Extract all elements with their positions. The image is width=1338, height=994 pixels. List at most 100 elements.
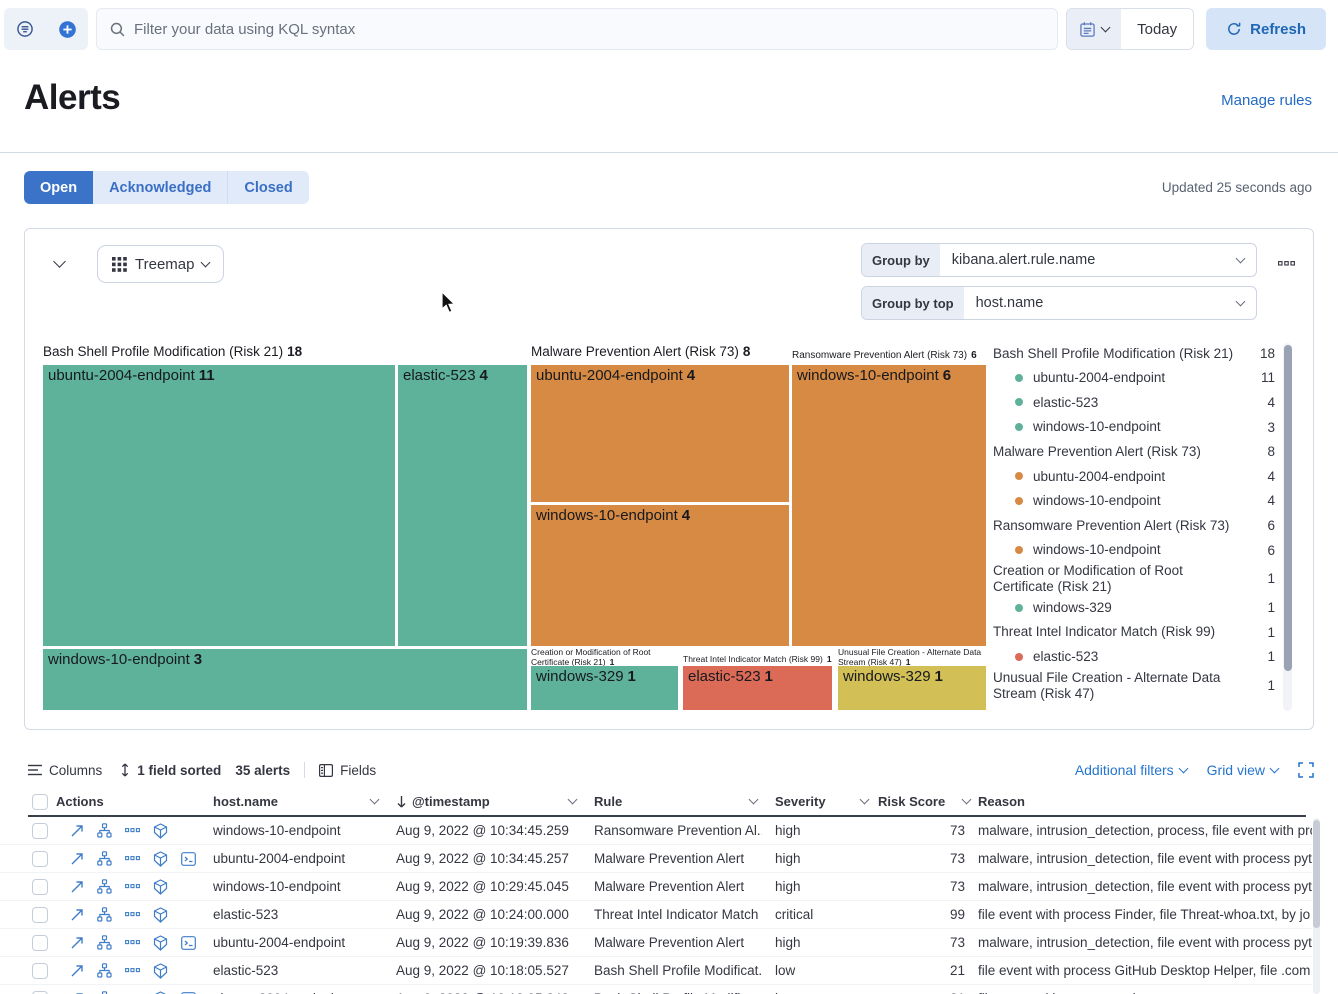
fullscreen-icon[interactable]: [1298, 762, 1314, 778]
reason-cell: file event with process GitHub Desktop H…: [978, 963, 1312, 978]
row-checkbox[interactable]: [32, 823, 48, 839]
select-all-checkbox[interactable]: [32, 794, 48, 810]
fields-button[interactable]: Fields: [319, 763, 376, 778]
refresh-button[interactable]: Refresh: [1206, 8, 1326, 50]
table-row[interactable]: windows-10-endpoint Aug 9, 2022 @ 10:34:…: [0, 817, 1312, 845]
col-risk-score[interactable]: Risk Score: [878, 794, 978, 809]
col-actions: Actions: [56, 794, 213, 809]
legend-item[interactable]: windows-3291: [993, 595, 1275, 620]
analyze-event-icon[interactable]: [97, 935, 112, 950]
row-checkbox[interactable]: [32, 963, 48, 979]
more-actions-icon[interactable]: [125, 940, 140, 945]
saved-query-button[interactable]: [4, 8, 46, 50]
search-icon: [109, 21, 126, 38]
expand-alert-icon[interactable]: [70, 936, 84, 950]
treemap-block[interactable]: windows-10-endpoint4: [531, 505, 789, 646]
sort-icon: [120, 763, 130, 777]
treemap-block[interactable]: ubuntu-2004-endpoint11: [43, 365, 395, 646]
date-picker-button[interactable]: [1067, 9, 1121, 49]
investigate-in-timeline-icon[interactable]: [153, 879, 168, 895]
row-checkbox[interactable]: [32, 935, 48, 951]
chevron-down-icon[interactable]: [370, 795, 380, 805]
legend-scrollbar[interactable]: [1283, 343, 1292, 711]
analyze-event-icon[interactable]: [97, 907, 112, 922]
legend-item[interactable]: windows-10-endpoint6: [993, 538, 1275, 563]
col-severity[interactable]: Severity: [775, 794, 878, 809]
chevron-down-icon: [1236, 296, 1246, 306]
more-actions-icon[interactable]: [125, 828, 140, 833]
session-view-icon[interactable]: [181, 936, 196, 950]
treemap-block[interactable]: ubuntu-2004-endpoint4: [531, 365, 789, 502]
chevron-down-icon[interactable]: [860, 795, 870, 805]
session-view-icon[interactable]: [181, 852, 196, 866]
treemap-block[interactable]: windows-3291: [531, 666, 678, 710]
investigate-in-timeline-icon[interactable]: [153, 907, 168, 923]
table-row[interactable]: ubuntu-2004-endpoint Aug 9, 2022 @ 10:34…: [0, 845, 1312, 873]
group-by-select[interactable]: Group by kibana.alert.rule.name: [861, 243, 1257, 277]
more-actions-icon[interactable]: [125, 856, 140, 861]
col-timestamp[interactable]: @timestamp: [396, 794, 594, 809]
legend-item[interactable]: windows-10-endpoint3: [993, 415, 1275, 440]
legend-item[interactable]: elastic-5231: [993, 645, 1275, 670]
tab-open[interactable]: Open: [24, 171, 93, 204]
collapse-chart-button[interactable]: [47, 251, 71, 275]
treemap-block[interactable]: windows-3291: [838, 666, 986, 710]
treemap-block[interactable]: windows-10-endpoint6: [792, 365, 986, 646]
legend-item[interactable]: elastic-5234: [993, 390, 1275, 415]
row-checkbox[interactable]: [32, 851, 48, 867]
additional-filters-button[interactable]: Additional filters: [1075, 762, 1187, 778]
expand-alert-icon[interactable]: [70, 964, 84, 978]
columns-button[interactable]: Columns: [28, 763, 102, 778]
tab-acknowledged[interactable]: Acknowledged: [93, 171, 227, 204]
legend-item[interactable]: windows-10-endpoint4: [993, 489, 1275, 514]
tab-closed[interactable]: Closed: [227, 171, 308, 204]
more-actions-icon[interactable]: [125, 968, 140, 973]
panel-options-button[interactable]: [1278, 253, 1295, 271]
col-rule[interactable]: Rule: [594, 794, 775, 809]
treemap-block[interactable]: elastic-5234: [398, 365, 527, 646]
expand-alert-icon[interactable]: [70, 908, 84, 922]
analyze-event-icon[interactable]: [97, 963, 112, 978]
table-scrollbar[interactable]: [1313, 818, 1320, 994]
chevron-down-icon[interactable]: [749, 795, 759, 805]
chevron-down-icon[interactable]: [962, 795, 972, 805]
expand-alert-icon[interactable]: [70, 880, 84, 894]
investigate-in-timeline-icon[interactable]: [153, 991, 168, 994]
chevron-down-icon[interactable]: [568, 795, 578, 805]
table-scrollbar-thumb[interactable]: [1313, 820, 1320, 928]
legend-scrollbar-thumb[interactable]: [1284, 345, 1292, 671]
row-checkbox[interactable]: [32, 907, 48, 923]
investigate-in-timeline-icon[interactable]: [153, 851, 168, 867]
analyze-event-icon[interactable]: [97, 823, 112, 838]
grid-view-button[interactable]: Grid view: [1207, 762, 1278, 778]
table-row[interactable]: elastic-523 Aug 9, 2022 @ 10:18:05.527 B…: [0, 957, 1312, 985]
today-button[interactable]: Today: [1121, 9, 1193, 49]
sort-fields-button[interactable]: 1 field sorted: [120, 763, 221, 778]
investigate-in-timeline-icon[interactable]: [153, 963, 168, 979]
more-actions-icon[interactable]: [125, 912, 140, 917]
expand-alert-icon[interactable]: [70, 824, 84, 838]
col-host-name[interactable]: host.name: [213, 794, 396, 809]
col-reason: Reason: [978, 794, 1312, 809]
analyze-event-icon[interactable]: [97, 879, 112, 894]
more-actions-icon[interactable]: [125, 884, 140, 889]
treemap-block[interactable]: windows-10-endpoint3: [43, 649, 527, 710]
investigate-in-timeline-icon[interactable]: [153, 823, 168, 839]
kql-filter-input[interactable]: [134, 21, 1045, 38]
manage-rules-link[interactable]: Manage rules: [1221, 92, 1312, 109]
treemap-block[interactable]: elastic-5231: [683, 666, 832, 710]
group-by-top-select[interactable]: Group by top host.name: [861, 286, 1257, 320]
analyze-event-icon[interactable]: [97, 851, 112, 866]
legend-item[interactable]: ubuntu-2004-endpoint4: [993, 464, 1275, 489]
table-row[interactable]: ubuntu-2004-endpoint Aug 9, 2022 @ 10:13…: [0, 985, 1312, 994]
legend-item[interactable]: ubuntu-2004-endpoint11: [993, 366, 1275, 391]
table-row[interactable]: windows-10-endpoint Aug 9, 2022 @ 10:29:…: [0, 873, 1312, 901]
expand-alert-icon[interactable]: [70, 852, 84, 866]
investigate-in-timeline-icon[interactable]: [153, 935, 168, 951]
row-checkbox[interactable]: [32, 991, 48, 994]
add-filter-button[interactable]: [46, 8, 88, 50]
table-row[interactable]: elastic-523 Aug 9, 2022 @ 10:24:00.000 T…: [0, 901, 1312, 929]
table-row[interactable]: ubuntu-2004-endpoint Aug 9, 2022 @ 10:19…: [0, 929, 1312, 957]
chart-type-select[interactable]: Treemap: [97, 245, 224, 283]
row-checkbox[interactable]: [32, 879, 48, 895]
